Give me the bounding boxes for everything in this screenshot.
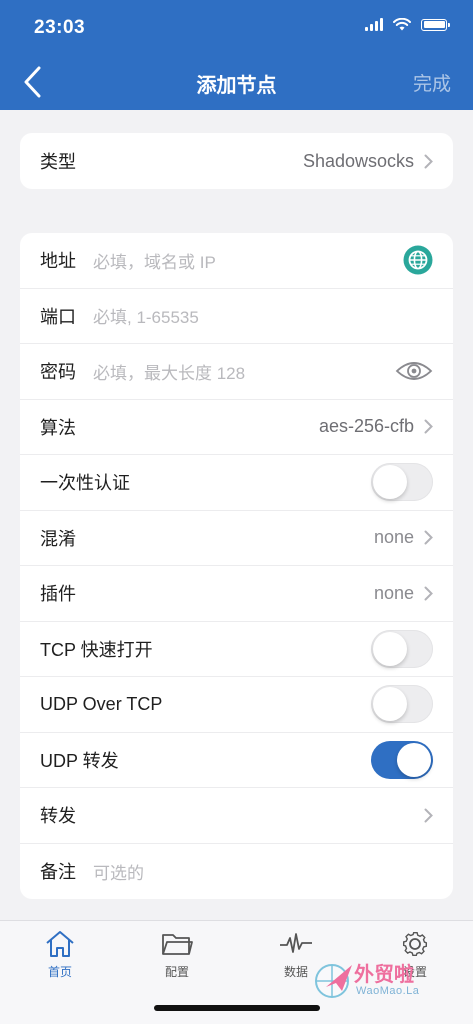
watermark-text: 外贸啦: [354, 964, 414, 986]
tab-home-label: 首页: [47, 965, 72, 979]
wifi-icon: [393, 18, 411, 31]
airplane-globe-icon: [315, 964, 352, 998]
tab-config-label: 配置: [164, 965, 189, 979]
plugin-value: none: [373, 582, 414, 603]
udp-relay-label: UDP 转发: [40, 750, 119, 771]
forward-label: 转发: [40, 806, 76, 827]
status-bar: 23:03: [0, 0, 473, 52]
chevron-right-icon: [424, 530, 433, 545]
tcp-fast-open-row: TCP 快速打开: [20, 622, 453, 677]
type-card: 类型 Shadowsocks: [20, 133, 453, 189]
eye-icon[interactable]: [395, 359, 433, 383]
obfs-value: none: [373, 527, 414, 548]
password-label: 密码: [40, 362, 76, 383]
obfs-row[interactable]: 混淆 none: [20, 511, 453, 566]
watermark-logo: 外贸啦 WaoMao.La: [312, 955, 462, 1005]
obfs-label: 混淆: [40, 528, 76, 549]
udp-relay-row: UDP 转发: [20, 733, 453, 788]
globe-icon[interactable]: [403, 245, 433, 275]
note-input[interactable]: 可选的: [93, 859, 433, 884]
port-row: 端口 必填, 1-65535: [20, 289, 453, 344]
battery-icon: [421, 18, 450, 31]
signal-icon: [365, 18, 383, 31]
password-input[interactable]: 必填，最大长度 128: [93, 359, 395, 384]
udp-over-tcp-toggle[interactable]: [371, 685, 433, 724]
chevron-right-icon: [424, 154, 433, 169]
address-label: 地址: [40, 251, 76, 272]
done-button[interactable]: 完成: [413, 69, 451, 96]
password-row: 密码 必填，最大长度 128: [20, 344, 453, 400]
node-form-card: 地址 必填，域名或 IP 端口 必填, 1-65535 密码 必填，最大长度 1…: [20, 233, 453, 899]
type-label: 类型: [40, 152, 76, 172]
one-time-auth-row: 一次性认证: [20, 455, 453, 511]
forward-row[interactable]: 转发: [20, 788, 453, 844]
page-title: 添加节点: [196, 75, 277, 97]
tcp-fast-open-label: TCP 快速打开: [40, 639, 153, 660]
status-time: 23:03: [34, 17, 86, 38]
note-label: 备注: [40, 862, 76, 883]
type-value: Shadowsocks: [302, 150, 414, 171]
address-input[interactable]: 必填，域名或 IP: [93, 248, 403, 273]
plugin-row[interactable]: 插件 none: [20, 566, 453, 622]
nav-bar: 添加节点 完成: [0, 52, 473, 110]
cipher-label: 算法: [40, 417, 76, 438]
tab-data-label: 数据: [283, 965, 308, 979]
status-icons: [365, 18, 450, 31]
header: 23:03 添加节点 完成: [0, 0, 473, 110]
cipher-value: aes-256-cfb: [318, 416, 414, 437]
tcp-fast-open-toggle[interactable]: [371, 629, 433, 668]
tab-home[interactable]: 首页: [20, 929, 100, 980]
udp-over-tcp-row: UDP Over TCP: [20, 677, 453, 733]
tab-config[interactable]: 配置: [137, 929, 217, 980]
home-indicator: [154, 1005, 320, 1011]
address-row: 地址 必填，域名或 IP: [20, 233, 453, 289]
chevron-right-icon: [424, 808, 433, 823]
home-icon: [46, 931, 74, 957]
udp-relay-toggle[interactable]: [371, 740, 433, 779]
port-input[interactable]: 必填, 1-65535: [93, 303, 433, 328]
port-label: 端口: [40, 306, 76, 327]
activity-icon: [280, 933, 312, 953]
plugin-label: 插件: [40, 584, 76, 605]
watermark-subtext: WaoMao.La: [356, 985, 420, 997]
one-time-auth-label: 一次性认证: [40, 473, 130, 494]
chevron-right-icon: [424, 586, 433, 601]
cipher-row[interactable]: 算法 aes-256-cfb: [20, 400, 453, 455]
one-time-auth-toggle[interactable]: [371, 463, 433, 502]
folder-icon: [162, 934, 193, 955]
udp-over-tcp-label: UDP Over TCP: [40, 693, 163, 714]
chevron-right-icon: [424, 419, 433, 434]
type-row[interactable]: 类型 Shadowsocks: [20, 133, 453, 189]
note-row: 备注 可选的: [20, 844, 453, 900]
